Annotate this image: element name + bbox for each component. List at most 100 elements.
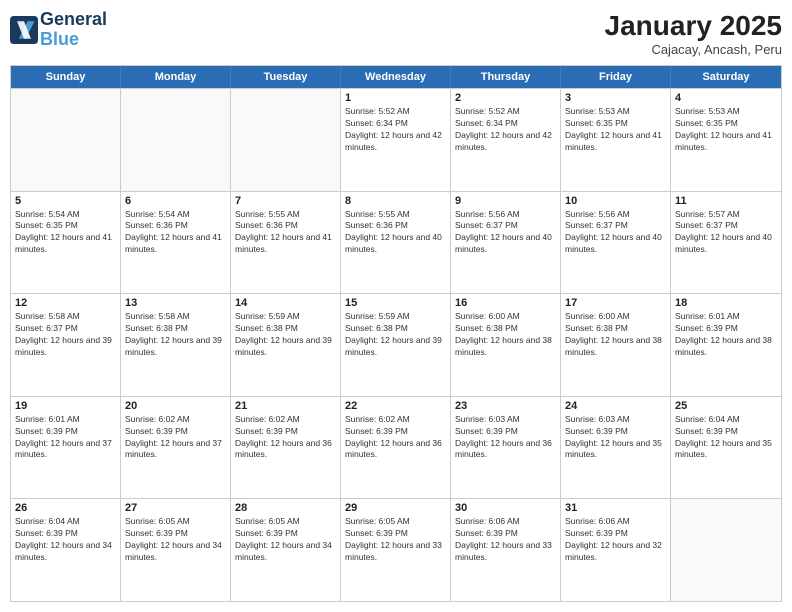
week-row-2: 5 Sunrise: 5:54 AMSunset: 6:35 PMDaylight… (11, 191, 781, 294)
logo-line2: Blue (40, 30, 107, 50)
day-info: Sunrise: 6:02 AMSunset: 6:39 PMDaylight:… (345, 414, 446, 462)
day-number: 1 (345, 92, 446, 104)
day-info: Sunrise: 5:59 AMSunset: 6:38 PMDaylight:… (345, 311, 446, 359)
day-number: 31 (565, 502, 666, 514)
day-cell: 6 Sunrise: 5:54 AMSunset: 6:36 PMDaylight… (121, 192, 231, 294)
day-cell: 27 Sunrise: 6:05 AMSunset: 6:39 PMDayligh… (121, 499, 231, 601)
day-cell: 5 Sunrise: 5:54 AMSunset: 6:35 PMDaylight… (11, 192, 121, 294)
day-number: 4 (675, 92, 777, 104)
day-number: 18 (675, 297, 777, 309)
day-cell: 31 Sunrise: 6:06 AMSunset: 6:39 PMDayligh… (561, 499, 671, 601)
day-number: 15 (345, 297, 446, 309)
day-info: Sunrise: 5:59 AMSunset: 6:38 PMDaylight:… (235, 311, 336, 359)
day-header-monday: Monday (121, 66, 231, 88)
calendar: SundayMondayTuesdayWednesdayThursdayFrid… (10, 65, 782, 602)
day-info: Sunrise: 6:05 AMSunset: 6:39 PMDaylight:… (235, 516, 336, 564)
day-cell: 19 Sunrise: 6:01 AMSunset: 6:39 PMDayligh… (11, 397, 121, 499)
day-info: Sunrise: 6:01 AMSunset: 6:39 PMDaylight:… (15, 414, 116, 462)
day-number: 27 (125, 502, 226, 514)
day-cell: 8 Sunrise: 5:55 AMSunset: 6:36 PMDaylight… (341, 192, 451, 294)
day-number: 14 (235, 297, 336, 309)
day-number: 13 (125, 297, 226, 309)
calendar-container: General Blue January 2025 Cajacay, Ancas… (0, 0, 792, 612)
day-info: Sunrise: 5:52 AMSunset: 6:34 PMDaylight:… (345, 106, 446, 154)
location: Cajacay, Ancash, Peru (605, 42, 782, 57)
day-header-friday: Friday (561, 66, 671, 88)
day-info: Sunrise: 6:00 AMSunset: 6:38 PMDaylight:… (455, 311, 556, 359)
day-cell: 14 Sunrise: 5:59 AMSunset: 6:38 PMDayligh… (231, 294, 341, 396)
day-cell: 30 Sunrise: 6:06 AMSunset: 6:39 PMDayligh… (451, 499, 561, 601)
day-number: 5 (15, 195, 116, 207)
day-info: Sunrise: 5:56 AMSunset: 6:37 PMDaylight:… (565, 209, 666, 257)
day-info: Sunrise: 6:00 AMSunset: 6:38 PMDaylight:… (565, 311, 666, 359)
day-cell: 24 Sunrise: 6:03 AMSunset: 6:39 PMDayligh… (561, 397, 671, 499)
logo-icon (10, 16, 38, 44)
day-cell: 20Sunrise: 6:02 AMSunset: 6:39 PMDayligh… (121, 397, 231, 499)
day-cell: 1 Sunrise: 5:52 AMSunset: 6:34 PMDaylight… (341, 89, 451, 191)
day-number: 28 (235, 502, 336, 514)
day-number: 22 (345, 400, 446, 412)
day-cell: 26 Sunrise: 6:04 AMSunset: 6:39 PMDayligh… (11, 499, 121, 601)
day-info: Sunrise: 6:05 AMSunset: 6:39 PMDaylight:… (345, 516, 446, 564)
day-cell: 9Sunrise: 5:56 AMSunset: 6:37 PMDaylight… (451, 192, 561, 294)
week-row-1: 1 Sunrise: 5:52 AMSunset: 6:34 PMDaylight… (11, 88, 781, 191)
day-number: 26 (15, 502, 116, 514)
day-cell: 21Sunrise: 6:02 AMSunset: 6:39 PMDayligh… (231, 397, 341, 499)
title-block: January 2025 Cajacay, Ancash, Peru (605, 10, 782, 57)
day-cell: 10 Sunrise: 5:56 AMSunset: 6:37 PMDayligh… (561, 192, 671, 294)
day-cell: 28 Sunrise: 6:05 AMSunset: 6:39 PMDayligh… (231, 499, 341, 601)
day-number: 24 (565, 400, 666, 412)
day-info: Sunrise: 6:05 AMSunset: 6:39 PMDaylight:… (125, 516, 226, 564)
day-number: 9 (455, 195, 556, 207)
day-number: 7 (235, 195, 336, 207)
day-info: Sunrise: 5:58 AMSunset: 6:37 PMDaylight:… (15, 311, 116, 359)
day-number: 17 (565, 297, 666, 309)
logo: General Blue (10, 10, 107, 50)
day-number: 29 (345, 502, 446, 514)
day-info: Sunrise: 6:06 AMSunset: 6:39 PMDaylight:… (455, 516, 556, 564)
day-header-tuesday: Tuesday (231, 66, 341, 88)
day-number: 20 (125, 400, 226, 412)
day-info: Sunrise: 6:03 AMSunset: 6:39 PMDaylight:… (565, 414, 666, 462)
day-info: Sunrise: 6:06 AMSunset: 6:39 PMDaylight:… (565, 516, 666, 564)
day-number: 21 (235, 400, 336, 412)
day-number: 8 (345, 195, 446, 207)
day-info: Sunrise: 6:04 AMSunset: 6:39 PMDaylight:… (15, 516, 116, 564)
day-info: Sunrise: 5:54 AMSunset: 6:36 PMDaylight:… (125, 209, 226, 257)
day-cell: 15 Sunrise: 5:59 AMSunset: 6:38 PMDayligh… (341, 294, 451, 396)
logo-line1: General (40, 10, 107, 30)
week-row-3: 12Sunrise: 5:58 AMSunset: 6:37 PMDayligh… (11, 293, 781, 396)
day-header-thursday: Thursday (451, 66, 561, 88)
day-headers: SundayMondayTuesdayWednesdayThursdayFrid… (11, 66, 781, 88)
week-row-5: 26 Sunrise: 6:04 AMSunset: 6:39 PMDayligh… (11, 498, 781, 601)
day-number: 16 (455, 297, 556, 309)
day-cell (121, 89, 231, 191)
day-cell: 29 Sunrise: 6:05 AMSunset: 6:39 PMDayligh… (341, 499, 451, 601)
day-number: 30 (455, 502, 556, 514)
month-year: January 2025 (605, 10, 782, 42)
day-cell (231, 89, 341, 191)
day-number: 6 (125, 195, 226, 207)
day-info: Sunrise: 5:55 AMSunset: 6:36 PMDaylight:… (345, 209, 446, 257)
day-info: Sunrise: 5:58 AMSunset: 6:38 PMDaylight:… (125, 311, 226, 359)
day-cell: 11Sunrise: 5:57 AMSunset: 6:37 PMDayligh… (671, 192, 781, 294)
day-number: 10 (565, 195, 666, 207)
day-number: 3 (565, 92, 666, 104)
day-cell: 22 Sunrise: 6:02 AMSunset: 6:39 PMDayligh… (341, 397, 451, 499)
day-number: 19 (15, 400, 116, 412)
day-info: Sunrise: 5:54 AMSunset: 6:35 PMDaylight:… (15, 209, 116, 257)
day-cell (671, 499, 781, 601)
day-header-saturday: Saturday (671, 66, 781, 88)
day-cell: 13 Sunrise: 5:58 AMSunset: 6:38 PMDayligh… (121, 294, 231, 396)
day-info: Sunrise: 6:03 AMSunset: 6:39 PMDaylight:… (455, 414, 556, 462)
day-cell: 16 Sunrise: 6:00 AMSunset: 6:38 PMDayligh… (451, 294, 561, 396)
day-info: Sunrise: 5:53 AMSunset: 6:35 PMDaylight:… (675, 106, 777, 154)
day-number: 25 (675, 400, 777, 412)
day-cell: 18Sunrise: 6:01 AMSunset: 6:39 PMDayligh… (671, 294, 781, 396)
day-cell: 12Sunrise: 5:58 AMSunset: 6:37 PMDayligh… (11, 294, 121, 396)
day-header-wednesday: Wednesday (341, 66, 451, 88)
day-cell: 7 Sunrise: 5:55 AMSunset: 6:36 PMDaylight… (231, 192, 341, 294)
day-info: Sunrise: 6:04 AMSunset: 6:39 PMDaylight:… (675, 414, 777, 462)
day-number: 11 (675, 195, 777, 207)
day-info: Sunrise: 5:55 AMSunset: 6:36 PMDaylight:… (235, 209, 336, 257)
